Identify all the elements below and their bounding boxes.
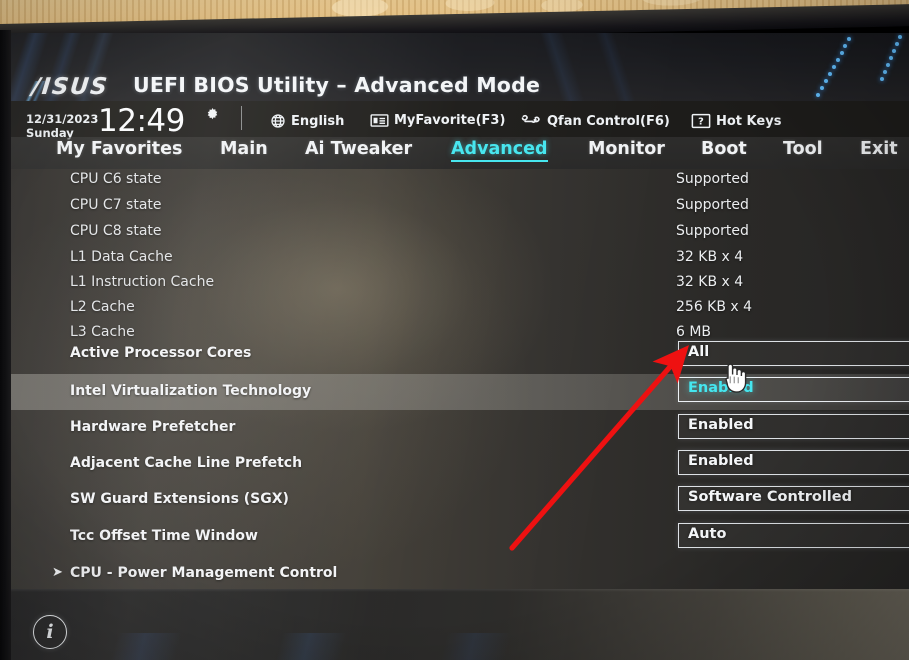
row-label-tcc-offset-time-window: Tcc Offset Time Window: [70, 528, 258, 544]
tab-boot[interactable]: Boot: [701, 139, 747, 159]
info-icon[interactable]: i: [33, 615, 67, 649]
gear-icon[interactable]: [205, 107, 220, 122]
hot-keys-button[interactable]: ? Hot Keys: [691, 113, 781, 129]
bios-time: 12:49: [98, 103, 185, 139]
value-tcc-offset-time-window: Auto: [688, 526, 727, 542]
tab-ai-tweaker[interactable]: Ai Tweaker: [305, 139, 412, 159]
value-hardware-prefetcher: Enabled: [688, 417, 754, 433]
bottom-bar-glow: [8, 633, 909, 660]
value-box-active-processor-cores[interactable]: All: [678, 341, 909, 366]
tab-advanced[interactable]: Advanced: [451, 139, 548, 162]
row-label-hardware-prefetcher: Hardware Prefetcher: [70, 419, 236, 435]
row-label-l1-data-cache: L1 Data Cache: [70, 249, 173, 265]
row-value-l3-cache: 6 MB: [676, 324, 712, 340]
qfan-control-label: Qfan Control(F6): [547, 113, 670, 129]
row-label-l3-cache: L3 Cache: [70, 324, 135, 340]
value-box-intel-virtualization-technology[interactable]: Enabled: [678, 377, 909, 402]
asus-logo: /ISUS: [30, 74, 110, 100]
row-value-cpu-c6-state: Supported: [676, 171, 749, 187]
language-button[interactable]: English: [270, 113, 344, 129]
row-label-intel-virtualization-technology: Intel Virtualization Technology: [70, 383, 312, 399]
row-label-l2-cache: L2 Cache: [70, 299, 135, 315]
row-label-cpu-c8-state: CPU C8 state: [70, 223, 162, 239]
bios-header: /ISUS UEFI BIOS Utility – Advanced Mode: [8, 33, 909, 101]
globe-icon: [270, 113, 286, 129]
row-label-l1-instruction-cache: L1 Instruction Cache: [70, 274, 215, 290]
row-label-sw-guard-extensions: SW Guard Extensions (SGX): [70, 491, 289, 507]
row-value-l2-cache: 256 KB x 4: [676, 299, 753, 315]
tab-monitor[interactable]: Monitor: [588, 139, 665, 159]
value-adjacent-cache-line-prefetch: Enabled: [688, 453, 754, 469]
value-active-processor-cores: All: [688, 344, 710, 360]
row-label-cpu-power-management-control[interactable]: CPU - Power Management Control: [70, 565, 337, 581]
page-title: UEFI BIOS Utility – Advanced Mode: [133, 73, 541, 97]
favorite-card-icon: [370, 113, 389, 128]
photo-of-monitor: /ISUS UEFI BIOS Utility – Advanced Mode …: [0, 0, 909, 660]
value-sw-guard-extensions: Software Controlled: [688, 489, 852, 505]
qfan-icon: [520, 113, 542, 129]
row-label-cpu-c6-state: CPU C6 state: [70, 171, 162, 187]
row-value-cpu-c7-state: Supported: [676, 197, 749, 213]
row-label-adjacent-cache-line-prefetch: Adjacent Cache Line Prefetch: [70, 455, 303, 471]
tab-main[interactable]: Main: [220, 139, 268, 159]
hot-keys-label: Hot Keys: [716, 113, 782, 129]
row-value-l1-data-cache: 32 KB x 4: [676, 249, 744, 265]
row-value-l1-instruction-cache: 32 KB x 4: [676, 274, 744, 290]
value-box-hardware-prefetcher[interactable]: Enabled: [678, 414, 909, 439]
hand-pointer-cursor: [717, 358, 751, 394]
row-label-cpu-c7-state: CPU C7 state: [70, 197, 162, 213]
tab-exit[interactable]: Exit: [860, 139, 898, 159]
value-box-adjacent-cache-line-prefetch[interactable]: Enabled: [678, 450, 909, 475]
myfavorite-label: MyFavorite(F3): [394, 113, 506, 128]
settings-list: CPU C6 state Supported CPU C7 state Supp…: [8, 169, 909, 589]
row-label-active-processor-cores: Active Processor Cores: [70, 345, 252, 361]
qfan-control-button[interactable]: Qfan Control(F6): [520, 113, 670, 129]
value-box-sw-guard-extensions[interactable]: Software Controlled: [678, 486, 909, 511]
row-value-cpu-c8-state: Supported: [676, 223, 749, 239]
bios-screen: /ISUS UEFI BIOS Utility – Advanced Mode …: [8, 33, 909, 660]
expand-arrow-icon: ➤: [52, 565, 63, 580]
monitor-bezel-left: [0, 30, 11, 660]
myfavorite-button[interactable]: MyFavorite(F3): [370, 113, 505, 128]
language-label: English: [291, 113, 345, 129]
question-key-icon: ?: [691, 113, 711, 129]
value-box-tcc-offset-time-window[interactable]: Auto: [678, 523, 909, 548]
nav-tabs: My Favorites Main Ai Tweaker Advanced Mo…: [8, 137, 909, 169]
tab-tool[interactable]: Tool: [783, 139, 823, 159]
bios-date: 12/31/2023: [26, 112, 99, 126]
tab-my-favorites[interactable]: My Favorites: [56, 139, 182, 159]
header-divider: [241, 106, 242, 130]
svg-text:?: ?: [698, 117, 704, 128]
